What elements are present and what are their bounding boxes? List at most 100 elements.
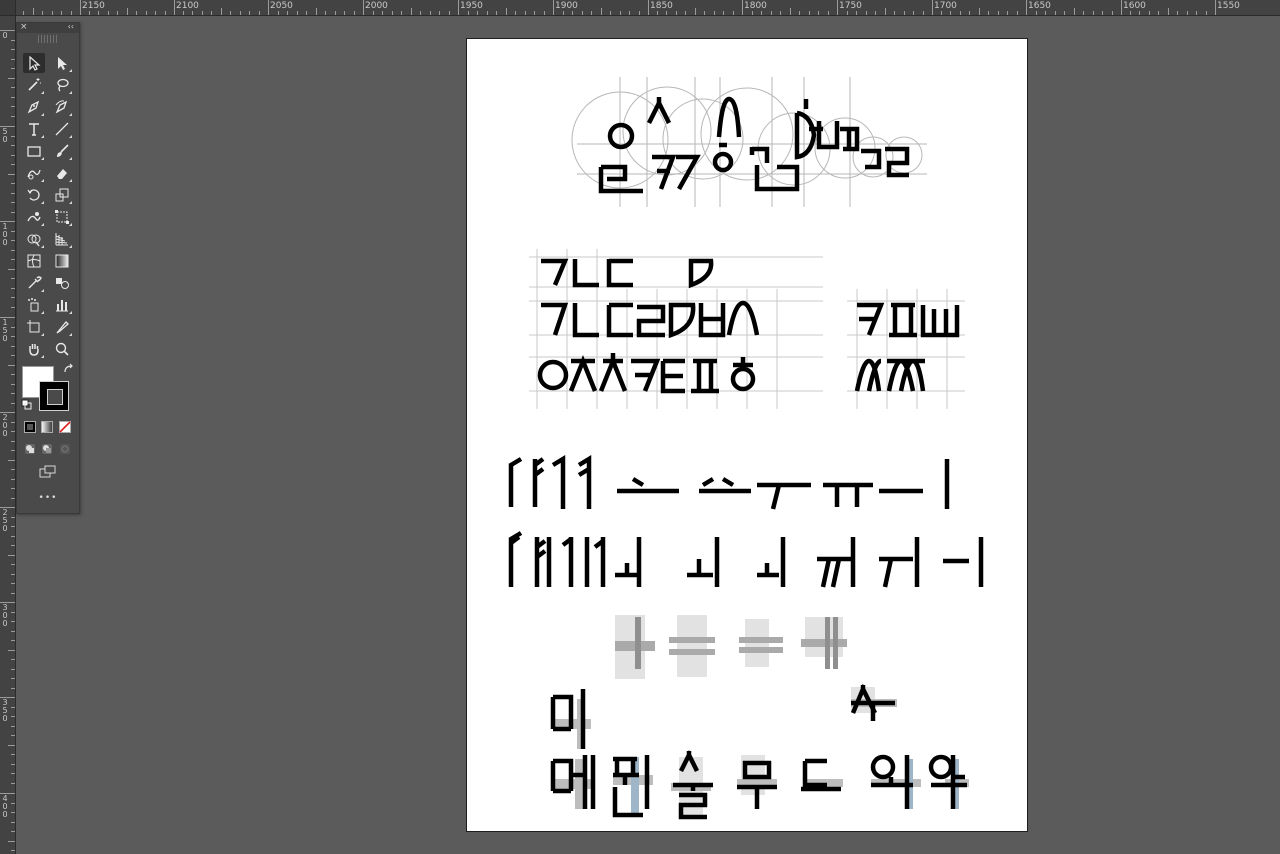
ruler-minor-tick [959, 11, 961, 15]
ruler-minor-tick [230, 11, 232, 15]
gradient-mode-icon[interactable] [41, 421, 53, 433]
scale-tool[interactable] [51, 185, 73, 205]
ruler-minor-tick [11, 545, 15, 546]
ruler-minor-tick [1177, 11, 1179, 15]
artwork [508, 77, 984, 820]
selection-tool[interactable] [23, 53, 45, 73]
artboard[interactable] [466, 38, 1028, 832]
ruler-major-tick [648, 0, 649, 15]
shaper-icon [27, 169, 41, 180]
ruler-minor-tick [410, 8, 412, 15]
perspective-grid-tool[interactable] [51, 229, 73, 249]
draw-behind-icon[interactable] [41, 443, 53, 455]
ruler-minor-tick [220, 8, 222, 15]
mesh-tool[interactable] [23, 251, 45, 271]
line-icon [55, 122, 69, 136]
tools-panel-header[interactable]: × ‹‹ [17, 22, 79, 33]
symbol-sprayer-tool[interactable] [23, 295, 45, 315]
ruler-minor-tick [429, 11, 431, 15]
warp-icon [27, 212, 41, 222]
lasso-tool[interactable] [51, 75, 73, 95]
ruler-minor-tick [11, 763, 15, 765]
rotate-tool[interactable] [23, 185, 45, 205]
ruler-minor-tick [486, 11, 488, 15]
ruler-minor-tick [751, 11, 753, 15]
ruler-minor-tick [581, 11, 583, 15]
ruler-label: 2150 [82, 1, 105, 11]
curvature-tool[interactable] [51, 97, 73, 117]
ruler-minor-tick [11, 831, 15, 832]
hand-tool[interactable] [23, 339, 45, 359]
column-graph-tool[interactable] [51, 295, 73, 315]
ruler-minor-tick [477, 11, 479, 15]
eraser-tool[interactable] [51, 163, 73, 183]
ruler-label: 1900 [555, 1, 578, 11]
ruler-minor-tick [997, 11, 999, 15]
magic-wand-icon [28, 78, 41, 91]
rectangle-tool[interactable] [23, 141, 45, 161]
ruler-origin-corner[interactable] [0, 0, 16, 16]
default-colors-icon[interactable] [21, 399, 33, 411]
ruler-minor-tick [107, 11, 109, 15]
swap-colors-icon[interactable] [63, 363, 75, 375]
ruler-label: 2050 [270, 1, 293, 11]
ruler-minor-tick [789, 8, 791, 15]
ruler-minor-tick [865, 11, 867, 15]
ruler-minor-tick [11, 802, 15, 804]
ruler-minor-tick [1186, 11, 1188, 15]
artboard-tool[interactable] [23, 317, 45, 337]
ruler-major-tick [742, 0, 743, 15]
ruler-minor-tick [11, 583, 15, 584]
close-panel-button[interactable]: × [20, 22, 28, 32]
ruler-major-tick [932, 0, 933, 15]
blend-icon [56, 278, 69, 289]
ruler-major-tick [1026, 0, 1027, 15]
ruler-minor-tick [401, 11, 403, 15]
horizontal-ruler[interactable]: 2150 2100 2050 2000 1950 1900 1850 1800 1750 1700… [0, 0, 1280, 16]
ruler-minor-tick [287, 11, 289, 15]
zoom-tool[interactable] [51, 339, 73, 359]
ruler-minor-tick [1167, 8, 1169, 15]
ruler-label: 1950 [460, 1, 483, 11]
ruler-minor-tick [32, 8, 34, 15]
ruler-minor-tick [496, 11, 498, 15]
warp-tool[interactable] [23, 207, 45, 227]
none-mode-icon[interactable] [59, 421, 71, 433]
ruler-minor-tick [1083, 11, 1085, 15]
shaper-tool[interactable] [23, 163, 45, 183]
ruler-minor-tick [1073, 8, 1075, 15]
ruler-minor-tick [391, 11, 393, 15]
paintbrush-tool[interactable] [51, 141, 73, 161]
slice-tool[interactable] [51, 317, 73, 337]
collapse-panel-button[interactable]: ‹‹ [68, 22, 74, 32]
direct-selection-tool[interactable] [51, 53, 73, 73]
magic-wand-tool[interactable] [23, 75, 45, 95]
blend-tool[interactable] [51, 273, 73, 293]
ruler-minor-tick [524, 11, 526, 15]
draw-inside-icon[interactable] [59, 443, 71, 455]
ruler-minor-tick [638, 11, 640, 15]
draw-normal-icon[interactable] [24, 443, 36, 455]
pen-tool[interactable] [23, 97, 45, 117]
stroke-color-swatch[interactable] [39, 381, 69, 411]
ruler-minor-tick [11, 611, 15, 613]
vertical-ruler[interactable]: 0 50 100 150 200 250 300 350 400 [0, 16, 16, 854]
ruler-minor-tick [249, 11, 251, 15]
free-transform-tool[interactable] [51, 207, 73, 227]
color-mode-icon[interactable] [24, 421, 36, 433]
panel-grip-handle[interactable] [38, 35, 58, 43]
line-segment-tool[interactable] [51, 119, 73, 139]
ruler-minor-tick [827, 11, 829, 15]
edit-toolbar-button[interactable]: ••• [17, 493, 79, 503]
eyedropper-tool[interactable] [23, 273, 45, 293]
screen-mode-icon[interactable] [39, 465, 57, 479]
ruler-label: 1550 [1217, 1, 1240, 11]
ruler-minor-tick [940, 11, 942, 15]
gradient-tool[interactable] [51, 251, 73, 271]
ruler-minor-tick [372, 11, 374, 15]
type-tool[interactable] [23, 119, 45, 139]
ruler-minor-tick [1064, 11, 1066, 15]
pen-nib-icon [27, 100, 40, 114]
shape-builder-tool[interactable] [23, 229, 45, 249]
paintbrush-icon [57, 144, 69, 157]
